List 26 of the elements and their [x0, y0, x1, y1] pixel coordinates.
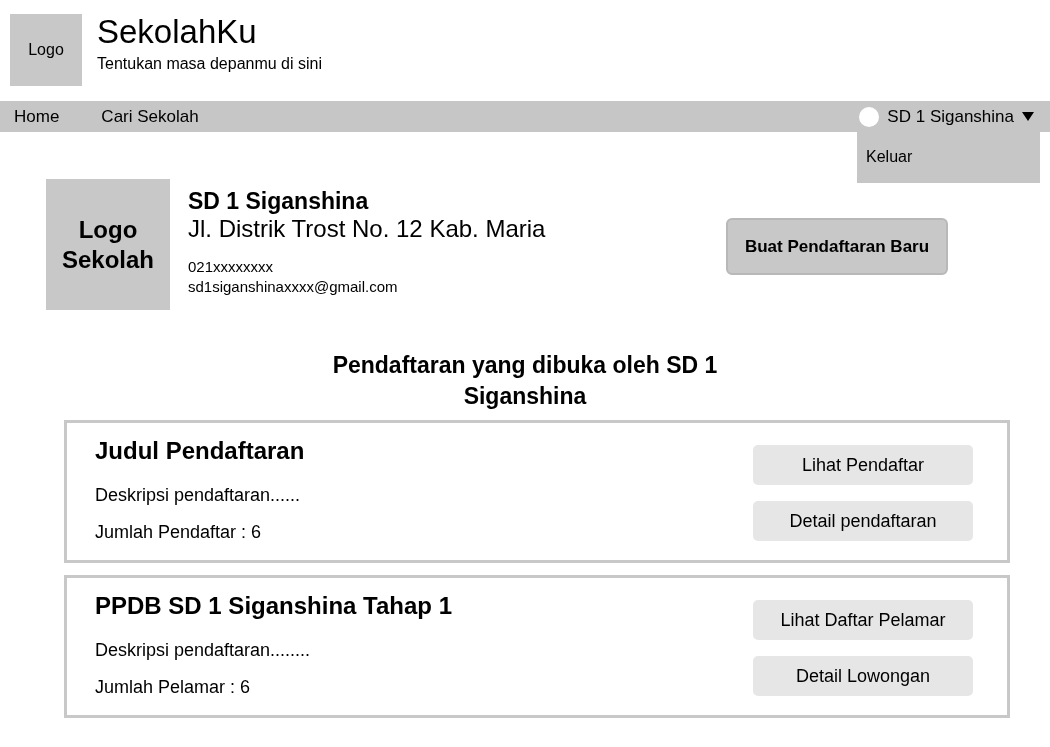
site-title: SekolahKu [97, 13, 258, 51]
school-logo-label: Logo Sekolah [60, 214, 155, 275]
caret-icon [1022, 112, 1034, 121]
card-action-button[interactable]: Detail Lowongan [753, 656, 973, 697]
logout-link[interactable]: Keluar [866, 148, 913, 165]
school-name: SD 1 Siganshina [188, 188, 370, 215]
registration-title: Judul Pendaftaran [95, 437, 305, 466]
school-email: sd1siganshinaxxxx@gmail.com [188, 277, 399, 298]
registration-count: Jumlah Pendaftar : 6 [95, 522, 263, 544]
registration-description: Deskripsi pendaftaran...... [95, 485, 302, 507]
school-address: Jl. Distrik Trost No. 12 Kab. Maria [188, 215, 547, 243]
registration-title: PPDB SD 1 Siganshina Tahap 1 [95, 592, 452, 621]
site-tagline: Tentukan masa depanmu di sini [97, 55, 323, 73]
school-phone: 021xxxxxxxx [188, 257, 275, 277]
registration-description: Deskripsi pendaftaran........ [95, 640, 312, 662]
new-registration-button[interactable]: Buat Pendaftaran Baru [726, 218, 948, 275]
registration-count: Jumlah Pelamar : 6 [95, 677, 252, 699]
nav-link[interactable]: Cari Sekolah [101, 106, 199, 127]
section-title: Pendaftaran yang dibuka oleh SD 1 Siganshina [331, 351, 719, 412]
user-name[interactable]: SD 1 Siganshina [887, 106, 1014, 127]
card-action-button[interactable]: Lihat Daftar Pelamar [753, 600, 973, 641]
nav-link[interactable]: Home [14, 106, 60, 127]
logo-label: Logo [28, 41, 64, 59]
avatar-circle [859, 106, 880, 127]
card-action-button[interactable]: Detail pendaftaran [753, 501, 973, 542]
card-action-button[interactable]: Lihat Pendaftar [753, 445, 973, 486]
